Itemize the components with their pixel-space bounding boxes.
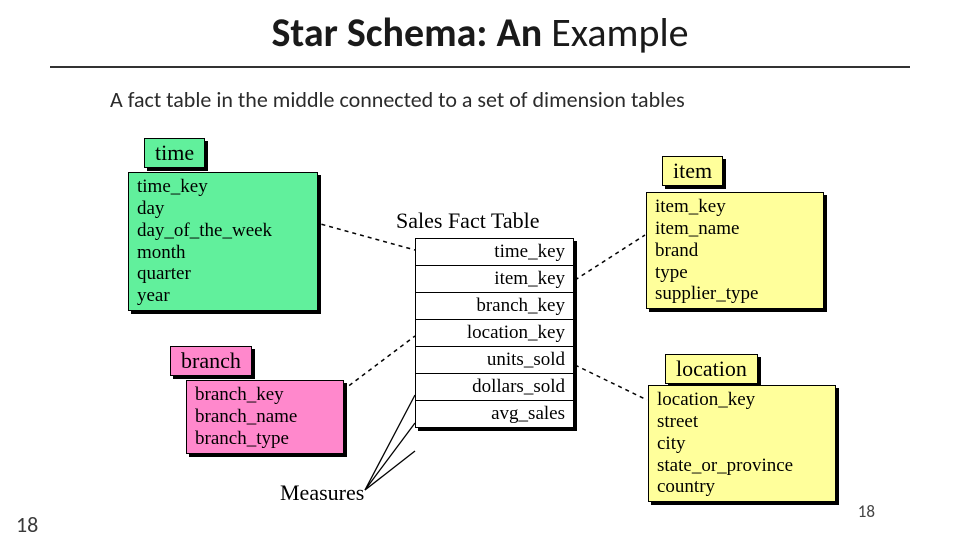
- location-dimension-label: location: [665, 354, 758, 384]
- title-bold: Star Schema: An: [271, 8, 551, 57]
- fact-row-item-key: item_key: [416, 266, 573, 293]
- slide-subtitle: A fact table in the middle connected to …: [110, 86, 685, 113]
- time-dimension-label: time: [144, 138, 205, 168]
- title-thin: Example: [551, 8, 688, 57]
- item-dimension-attrs: item_key item_name brand type supplier_t…: [646, 192, 824, 309]
- fact-row-units-sold: units_sold: [416, 347, 573, 374]
- fact-row-dollars-sold: dollars_sold: [416, 374, 573, 401]
- fact-row-branch-key: branch_key: [416, 293, 573, 320]
- fact-row-time-key: time_key: [416, 239, 573, 266]
- page-number-small: 18: [858, 501, 875, 522]
- fact-row-avg-sales: avg_sales: [416, 401, 573, 427]
- fact-row-location-key: location_key: [416, 320, 573, 347]
- branch-dimension-label: branch: [170, 346, 252, 376]
- location-dimension-attrs: location_key street city state_or_provin…: [648, 385, 836, 502]
- slide-title: Star Schema: An Example: [0, 8, 960, 57]
- fact-table: time_key item_key branch_key location_ke…: [415, 238, 574, 428]
- fact-table-title: Sales Fact Table: [396, 208, 539, 234]
- time-dimension-attrs: time_key day day_of_the_week month quart…: [128, 172, 318, 311]
- item-dimension-label: item: [662, 156, 723, 186]
- measures-label: Measures: [280, 480, 364, 506]
- branch-dimension-attrs: branch_key branch_name branch_type: [186, 380, 344, 454]
- title-underline: [50, 66, 910, 68]
- page-number-large: 18: [16, 511, 38, 538]
- slide: Star Schema: An Example A fact table in …: [0, 0, 960, 540]
